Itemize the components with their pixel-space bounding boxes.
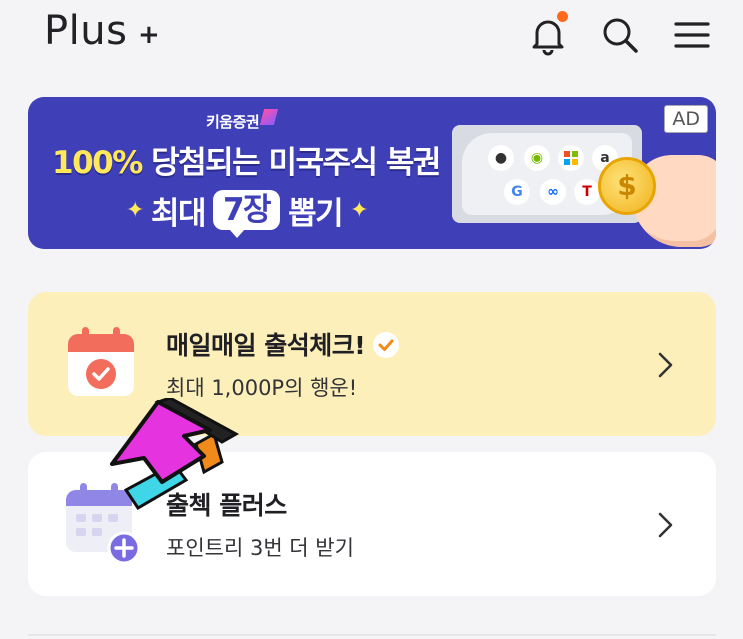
sparkle-icon: ✦ [350, 197, 368, 223]
brand-logo: Plus [44, 8, 128, 54]
ad-line2-prefix: 최대 [150, 195, 207, 232]
ad-banner[interactable]: 키움증권 100% 당첨되는 미국주식 복권 ✦ 최대 7장 뽑기 ✦ ● ◉ … [28, 97, 716, 249]
tesla-logo-icon: T [574, 179, 600, 205]
nvidia-logo-icon: ◉ [524, 145, 550, 171]
ad-badge: AD [664, 105, 708, 133]
ad-sponsor: 키움증권 [206, 113, 260, 131]
notification-dot [557, 11, 568, 22]
top-header: Plus + [0, 0, 743, 80]
card-title: 매일매일 출석체크! [166, 326, 400, 362]
ad-subheadline: ✦ 최대 7장 뽑기 ✦ [126, 187, 369, 238]
ad-count-pill: 7장 [212, 190, 281, 238]
brand-plus-mark: + [138, 20, 160, 50]
search-icon[interactable] [599, 14, 641, 56]
microsoft-logo-icon [558, 145, 584, 171]
attendance-title: 매일매일 출석체크! [166, 331, 366, 360]
apple-logo-icon: ● [488, 145, 514, 171]
coin-icon: $ [598, 157, 656, 215]
chevron-right-icon [658, 512, 673, 538]
ad-headline-highlight: 100% [52, 145, 143, 181]
check-badge-icon [373, 332, 400, 358]
ad-headline-text: 당첨되는 미국주식 복권 [141, 145, 441, 181]
menu-icon[interactable] [670, 14, 712, 56]
google-logo-icon: G [504, 179, 530, 205]
ad-line2-suffix: 뽑기 [288, 195, 344, 232]
sponsor-logo-icon [259, 109, 279, 125]
pointer-arrow-icon [110, 398, 240, 510]
ad-count: 7장 [222, 192, 272, 228]
ad-headline: 100% 당첨되는 미국주식 복권 [52, 137, 441, 182]
calendar-check-icon [68, 327, 134, 396]
meta-logo-icon: ∞ [540, 179, 566, 205]
attendance-plus-subtitle: 포인트리 3번 더 받기 [166, 536, 354, 560]
sparkle-icon: ✦ [126, 197, 144, 223]
chevron-right-icon [658, 352, 673, 378]
divider [28, 634, 716, 636]
